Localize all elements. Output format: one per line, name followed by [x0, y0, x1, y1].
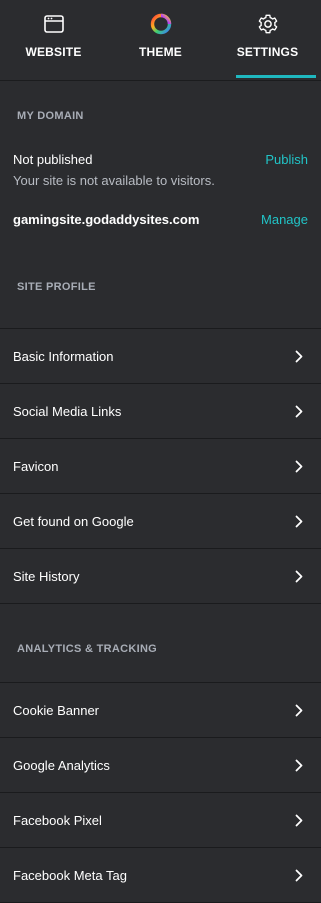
tab-theme-label: THEME [139, 45, 182, 59]
color-wheel-icon [150, 13, 172, 35]
section-header-analytics-tracking: ANALYTICS & TRACKING [17, 643, 158, 655]
chevron-right-icon [294, 758, 304, 772]
chevron-right-icon [294, 514, 304, 528]
list-item-label: Facebook Meta Tag [13, 867, 127, 883]
chevron-right-icon [294, 703, 304, 717]
list-item-label: Google Analytics [13, 757, 110, 773]
list-item-social-media-links[interactable]: Social Media Links [0, 384, 321, 439]
chevron-right-icon [294, 349, 304, 363]
publish-link[interactable]: Publish [265, 152, 308, 167]
active-tab-indicator [236, 75, 316, 78]
list-item-facebook-meta-tag[interactable]: Facebook Meta Tag [0, 848, 321, 903]
list-item-favicon[interactable]: Favicon [0, 439, 321, 494]
gear-icon [257, 13, 279, 35]
list-item-label: Get found on Google [13, 513, 134, 529]
site-profile-list: Basic Information Social Media Links Fav… [0, 328, 321, 604]
top-navigation: WEBSITE THEME SETTINGS [0, 0, 321, 81]
list-item-label: Social Media Links [13, 403, 122, 419]
manage-link[interactable]: Manage [261, 212, 308, 227]
tab-theme[interactable]: THEME [107, 0, 214, 80]
domain-name: gamingsite.godaddysites.com [13, 211, 200, 227]
tab-settings[interactable]: SETTINGS [214, 0, 321, 80]
list-item-get-found-on-google[interactable]: Get found on Google [0, 494, 321, 549]
tab-settings-label: SETTINGS [236, 45, 299, 59]
list-item-label: Cookie Banner [13, 702, 99, 718]
domain-block: Not published Publish Your site is not a… [0, 150, 321, 228]
publish-status-subtitle: Your site is not available to visitors. [13, 173, 215, 188]
list-item-label: Facebook Pixel [13, 812, 102, 828]
chevron-right-icon [294, 569, 304, 583]
chevron-right-icon [294, 404, 304, 418]
list-item-site-history[interactable]: Site History [0, 549, 321, 604]
list-item-cookie-banner[interactable]: Cookie Banner [0, 683, 321, 738]
chevron-right-icon [294, 868, 304, 882]
section-header-my-domain: MY DOMAIN [17, 110, 84, 122]
list-item-label: Basic Information [13, 348, 114, 364]
list-item-label: Favicon [13, 458, 59, 474]
tab-website[interactable]: WEBSITE [0, 0, 107, 80]
list-item-basic-information[interactable]: Basic Information [0, 329, 321, 384]
publish-status-title: Not published [13, 151, 93, 167]
tab-website-label: WEBSITE [25, 45, 82, 59]
chevron-right-icon [294, 459, 304, 473]
browser-window-icon [43, 13, 65, 35]
list-item-facebook-pixel[interactable]: Facebook Pixel [0, 793, 321, 848]
section-header-site-profile: SITE PROFILE [17, 281, 96, 293]
analytics-list: Cookie Banner Google Analytics Facebook … [0, 682, 321, 903]
chevron-right-icon [294, 813, 304, 827]
list-item-label: Site History [13, 568, 80, 584]
list-item-google-analytics[interactable]: Google Analytics [0, 738, 321, 793]
